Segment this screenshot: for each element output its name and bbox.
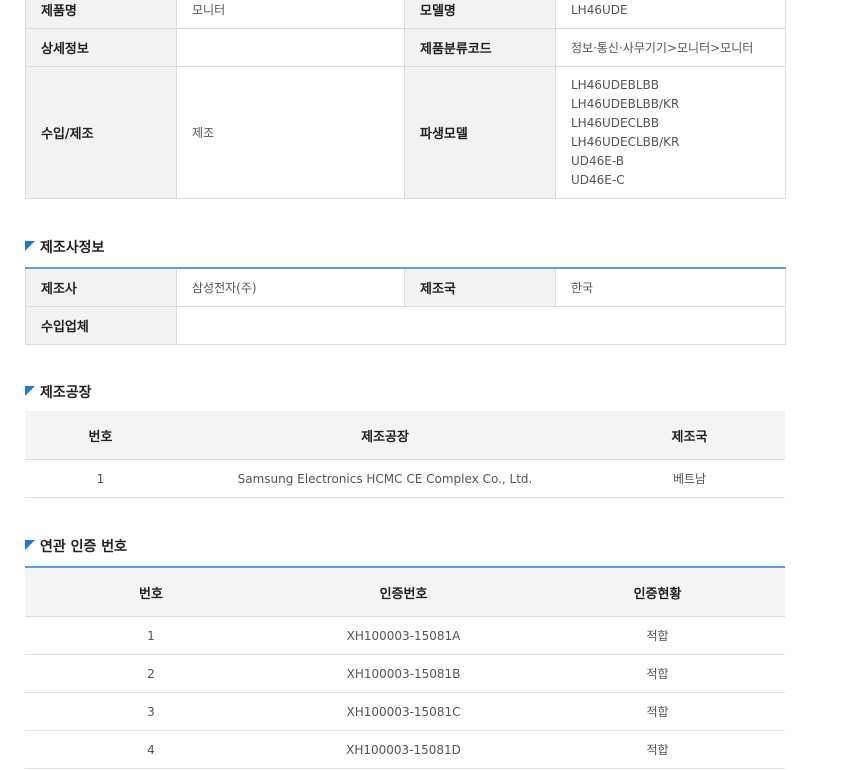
table-row: 4 XH100003-15081D 적합 (25, 730, 785, 769)
importer-label: 수입업체 (25, 306, 177, 345)
cert-number: XH100003-15081C (277, 692, 530, 731)
cert-status: 적합 (530, 654, 785, 693)
certification-section-title: 연관 인증 번호 (25, 537, 127, 557)
detail-info-label: 상세정보 (25, 28, 177, 67)
column-header: 인증현황 (530, 567, 785, 617)
derived-model: UD46E-B (571, 153, 625, 168)
section-marker-icon (25, 540, 35, 550)
cert-status: 적합 (530, 616, 785, 655)
product-info-row: 수입/제조 제조 파생모델 LH46UDEBLBB LH46UDEBLBB/KR… (25, 66, 786, 199)
derived-model: LH46UDECLBB/KR (571, 134, 680, 149)
product-info-row: 제품명 모니터 모델명 LH46UDE (25, 0, 786, 29)
category-code-value: 정보·통신·사무기기>모니터>모니터 (555, 28, 786, 67)
category-code-label: 제품분류코드 (404, 28, 556, 67)
manufacturer-info-table: 제조사 삼성전자(주) 제조국 한국 수입업체 (25, 267, 786, 345)
cert-number: XH100003-15081D (277, 730, 530, 769)
table-row: 2 XH100003-15081B 적합 (25, 654, 785, 693)
factory-section-title: 제조공장 (25, 383, 92, 403)
model-name-value: LH46UDE (555, 0, 786, 29)
derived-models-label: 파생모델 (404, 66, 556, 199)
factory-number: 1 (25, 459, 176, 498)
factory-name: Samsung Electronics HCMC CE Complex Co.,… (176, 459, 594, 498)
maker-value: 삼성전자(주) (176, 267, 405, 307)
certification-table: 번호 인증번호 인증현황 1 XH100003-15081A 적합 2 XH10… (25, 566, 785, 769)
table-row: 1 XH100003-15081A 적합 (25, 616, 785, 655)
product-info-row: 상세정보 제품분류코드 정보·통신·사무기기>모니터>모니터 (25, 28, 786, 67)
cert-index: 1 (25, 616, 277, 655)
model-name-label: 모델명 (404, 0, 556, 29)
column-header: 제조공장 (176, 411, 594, 460)
cert-index: 4 (25, 730, 277, 769)
maker-label: 제조사 (25, 267, 177, 307)
column-header: 번호 (25, 567, 277, 617)
product-name-label: 제품명 (25, 0, 177, 29)
country-value: 한국 (555, 267, 786, 307)
table-header-row: 번호 인증번호 인증현황 (25, 567, 785, 617)
derived-model: LH46UDEBLBB (571, 77, 659, 92)
column-header: 인증번호 (277, 567, 530, 617)
table-row: 3 XH100003-15081C 적합 (25, 692, 785, 731)
cert-number: XH100003-15081B (277, 654, 530, 693)
table-row: 1 Samsung Electronics HCMC CE Complex Co… (25, 459, 785, 498)
manufacturer-info-row: 제조사 삼성전자(주) 제조국 한국 (25, 267, 786, 307)
column-header: 번호 (25, 411, 176, 460)
cert-index: 2 (25, 654, 277, 693)
derived-model: LH46UDEBLBB/KR (571, 96, 680, 111)
country-label: 제조국 (404, 267, 556, 307)
section-marker-icon (25, 386, 35, 396)
derived-models-list: LH46UDEBLBB LH46UDEBLBB/KR LH46UDECLBB L… (555, 66, 786, 199)
product-name-value: 모니터 (176, 0, 405, 29)
column-header: 제조국 (594, 411, 785, 460)
factory-country: 베트남 (594, 459, 785, 498)
import-manufacture-label: 수입/제조 (25, 66, 177, 199)
derived-model: LH46UDECLBB (571, 115, 660, 130)
cert-index: 3 (25, 692, 277, 731)
product-info-table: 제품명 모니터 모델명 LH46UDE 상세정보 제품분류코드 정보·통신·사무… (25, 0, 786, 199)
cert-status: 적합 (530, 692, 785, 731)
detail-info-value (176, 28, 405, 67)
section-marker-icon (25, 241, 35, 251)
importer-value (176, 306, 786, 345)
cert-status: 적합 (530, 730, 785, 769)
derived-model: UD46E-C (571, 172, 625, 187)
factory-table: 번호 제조공장 제조국 1 Samsung Electronics HCMC C… (25, 411, 785, 498)
manufacturer-info-row: 수입업체 (25, 306, 786, 345)
cert-number: XH100003-15081A (277, 616, 530, 655)
import-manufacture-value: 제조 (176, 66, 405, 199)
manufacturer-section-title: 제조사정보 (25, 238, 104, 258)
table-header-row: 번호 제조공장 제조국 (25, 411, 785, 460)
